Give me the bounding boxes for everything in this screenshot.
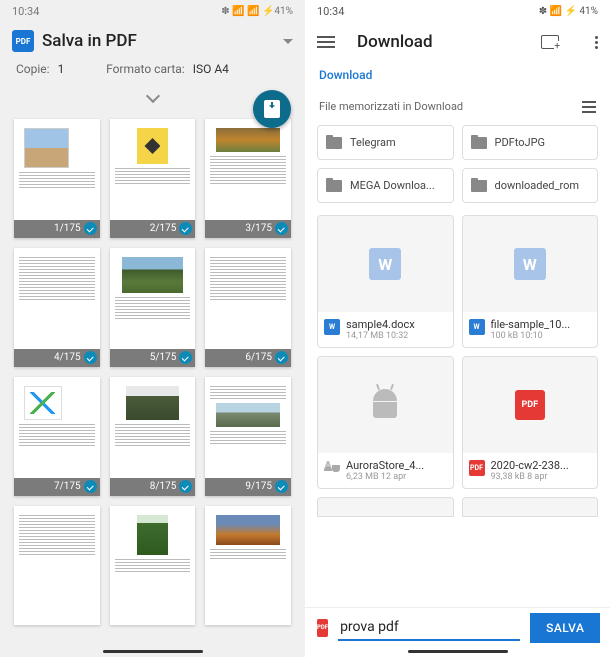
check-icon[interactable] bbox=[84, 480, 97, 493]
status-bar: 10:34 ✽ 📶 📶 ⚡41% bbox=[0, 0, 305, 22]
check-icon[interactable] bbox=[84, 222, 97, 235]
file-grid: W Wsample4.docx14,17 MB 10:32 W Wfile-sa… bbox=[305, 207, 610, 525]
filename-bar: PDF SALVA bbox=[305, 607, 610, 647]
page-thumb-7[interactable]: 7/175 bbox=[14, 377, 100, 496]
status-bar: 10:34 ✽ 📶 ⚡ 41% bbox=[305, 0, 610, 22]
copies-label: Copie: bbox=[16, 62, 50, 76]
page-thumb-9[interactable]: 9/175 bbox=[205, 377, 291, 496]
copies-value[interactable]: 1 bbox=[58, 62, 65, 76]
folder-grid: Telegram PDFtoJPG MEGA Downloa... downlo… bbox=[305, 121, 610, 207]
pdf-badge-icon: PDF bbox=[469, 460, 485, 476]
dropdown-icon bbox=[283, 39, 293, 44]
status-icons: ✽ 📶 📶 ⚡41% bbox=[221, 6, 293, 17]
page-thumb-11[interactable] bbox=[110, 506, 196, 625]
file-item-partial[interactable] bbox=[462, 497, 599, 517]
print-preview-screen: 10:34 ✽ 📶 📶 ⚡41% PDF Salva in PDF Copie:… bbox=[0, 0, 305, 657]
status-time: 10:34 bbox=[317, 5, 344, 18]
save-button[interactable]: SALVA bbox=[530, 613, 600, 643]
nav-bar bbox=[0, 647, 305, 657]
file-picker-screen: 10:34 ✽ 📶 ⚡ 41% Download Download File m… bbox=[305, 0, 610, 657]
apk-badge-icon bbox=[324, 460, 340, 476]
folder-item[interactable]: MEGA Downloa... bbox=[317, 168, 454, 203]
page-thumb-6[interactable]: 6/175 bbox=[205, 248, 291, 367]
save-pdf-fab[interactable] bbox=[253, 90, 291, 128]
pdf-icon: PDF bbox=[515, 390, 545, 420]
file-item[interactable]: W Wfile-sample_10...100 kB 10:10 bbox=[462, 215, 599, 348]
folder-icon bbox=[326, 137, 342, 149]
page-thumb-4[interactable]: 4/175 bbox=[14, 248, 100, 367]
file-picker-header: Download bbox=[305, 22, 610, 62]
page-thumb-12[interactable] bbox=[205, 506, 291, 625]
page-thumb-2[interactable]: 2/175 bbox=[110, 119, 196, 238]
chevron-down-icon bbox=[145, 89, 159, 103]
file-item[interactable]: W Wsample4.docx14,17 MB 10:32 bbox=[317, 215, 454, 348]
file-item[interactable]: PDF PDF2020-cw2-238...93,38 kB 8 apr bbox=[462, 356, 599, 489]
page-thumbnails: 1/175 2/175 3/175 4/175 5/175 6/175 7/17… bbox=[0, 111, 305, 633]
status-icons: ✽ 📶 ⚡ 41% bbox=[539, 6, 598, 17]
folder-item[interactable]: PDFtoJPG bbox=[462, 125, 599, 160]
filename-input[interactable] bbox=[338, 615, 520, 641]
more-icon[interactable] bbox=[595, 36, 598, 49]
check-icon[interactable] bbox=[179, 222, 192, 235]
check-icon[interactable] bbox=[275, 222, 288, 235]
section-label: File memorizzati in Download bbox=[319, 100, 463, 113]
check-icon[interactable] bbox=[275, 480, 288, 493]
home-indicator[interactable] bbox=[408, 650, 508, 653]
page-thumb-10[interactable] bbox=[14, 506, 100, 625]
section-header: File memorizzati in Download bbox=[305, 92, 610, 121]
folder-item[interactable]: Telegram bbox=[317, 125, 454, 160]
page-thumb-3[interactable]: 3/175 bbox=[205, 119, 291, 238]
file-item-partial[interactable] bbox=[317, 497, 454, 517]
status-time: 10:34 bbox=[12, 5, 39, 18]
home-indicator[interactable] bbox=[103, 650, 203, 653]
printer-select: Salva in PDF bbox=[42, 31, 283, 51]
new-folder-icon[interactable] bbox=[541, 35, 559, 49]
folder-icon bbox=[471, 137, 487, 149]
word-icon: W bbox=[369, 248, 401, 280]
folder-icon bbox=[326, 180, 342, 192]
folder-icon bbox=[471, 180, 487, 192]
check-icon[interactable] bbox=[84, 351, 97, 364]
file-item[interactable]: AuroraStore_4...6,23 MB 12 apr bbox=[317, 356, 454, 489]
menu-icon[interactable] bbox=[317, 36, 335, 48]
check-icon[interactable] bbox=[275, 351, 288, 364]
nav-bar bbox=[305, 647, 610, 657]
paper-label: Formato carta: bbox=[106, 62, 185, 76]
folder-item[interactable]: downloaded_rom bbox=[462, 168, 599, 203]
page-thumb-5[interactable]: 5/175 bbox=[110, 248, 196, 367]
picker-title: Download bbox=[357, 32, 519, 52]
word-badge-icon: W bbox=[469, 319, 485, 335]
paper-value[interactable]: ISO A4 bbox=[193, 62, 229, 76]
pdf-type-icon: PDF bbox=[317, 619, 328, 637]
apk-icon bbox=[369, 389, 401, 421]
check-icon[interactable] bbox=[179, 351, 192, 364]
page-thumb-1[interactable]: 1/175 bbox=[14, 119, 100, 238]
download-pdf-icon bbox=[264, 100, 280, 118]
print-header[interactable]: PDF Salva in PDF bbox=[0, 22, 305, 58]
check-icon[interactable] bbox=[179, 480, 192, 493]
pdf-app-icon: PDF bbox=[12, 30, 34, 52]
word-badge-icon: W bbox=[324, 319, 340, 335]
view-toggle-icon[interactable] bbox=[582, 101, 596, 113]
print-settings: Copie: 1 Formato carta: ISO A4 bbox=[0, 58, 305, 84]
page-thumb-8[interactable]: 8/175 bbox=[110, 377, 196, 496]
breadcrumb[interactable]: Download bbox=[305, 62, 610, 92]
word-icon: W bbox=[514, 248, 546, 280]
